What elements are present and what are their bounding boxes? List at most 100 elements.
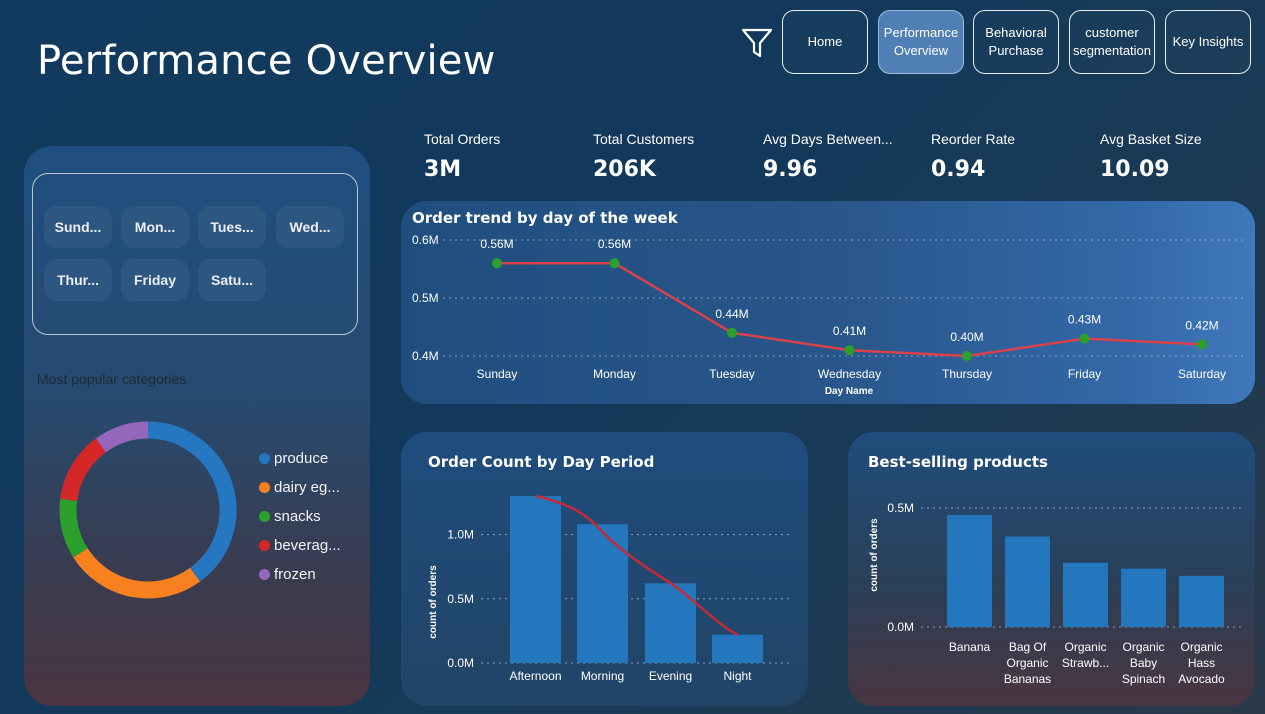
day-period-bar-chart[interactable]: 0.0M 0.5M 1.0M Afternoon Morning Evening Night…	[401, 432, 808, 706]
x-tick-label: Banana	[949, 640, 991, 654]
nav-button-label: Key Insights	[1172, 34, 1244, 49]
nav-behavioral-purchase-button[interactable]: Behavioral Purchase	[973, 10, 1059, 74]
x-tick-label: Thursday	[942, 367, 992, 381]
bar[interactable]	[1179, 575, 1224, 627]
x-tick-label: Morning	[581, 669, 624, 683]
donut-slice-dairyeg[interactable]	[73, 548, 201, 599]
x-tick-label: Friday	[1068, 367, 1101, 381]
day-slicer	[32, 173, 358, 335]
bar[interactable]	[712, 634, 763, 663]
bar[interactable]	[1005, 536, 1050, 627]
y-tick-label: 0.6M	[412, 233, 439, 247]
kpi-label: Total Customers	[593, 131, 695, 147]
kpi-label: Avg Basket Size	[1100, 131, 1202, 147]
legend-label: snacks	[274, 508, 321, 525]
nav-button-label: Home	[807, 34, 843, 49]
day-slicer-item[interactable]: Satu...	[198, 259, 266, 301]
x-tick-label: Night	[723, 669, 752, 683]
x-tick-label: Hass	[1188, 656, 1215, 670]
trend-data-label: 0.42M	[1185, 318, 1218, 332]
trend-data-label: 0.41M	[833, 324, 866, 338]
x-tick-label: Afternoon	[509, 669, 561, 683]
x-tick-label: Baby	[1130, 656, 1157, 670]
trend-data-label: 0.56M	[480, 237, 513, 251]
day-slicer-item[interactable]: Friday	[121, 259, 189, 301]
x-axis-title: Day Name	[825, 386, 874, 397]
kpi-label: Avg Days Between...	[763, 131, 893, 147]
legend-color-dot	[259, 511, 270, 522]
nav-button-label: Behavioral	[985, 25, 1047, 40]
x-tick-label: Wednesday	[818, 367, 881, 381]
day-slicer-item[interactable]: Mon...	[121, 206, 189, 248]
order-trend-line-chart[interactable]: 0.4M 0.5M 0.6M 0.56M Sunday 0.56M Monday 0.44M T…	[401, 201, 1255, 404]
day-slicer-item[interactable]: Sund...	[44, 206, 112, 248]
legend-color-dot	[259, 453, 270, 464]
y-tick-label: 0.5M	[447, 592, 474, 606]
x-tick-label: Organic	[1006, 656, 1048, 670]
trend-point[interactable]	[609, 258, 620, 269]
trend-point[interactable]	[1197, 339, 1207, 350]
legend-color-dot	[259, 540, 270, 551]
bar[interactable]	[947, 515, 992, 627]
categories-legend: produce dairy eg... snacks beverag... frozen	[259, 444, 341, 589]
kpi-value: 9.96	[763, 157, 818, 182]
trend-data-label: 0.40M	[950, 330, 983, 344]
x-tick-label: Avocado	[1178, 672, 1225, 686]
bar[interactable]	[577, 524, 628, 663]
nav-home-button[interactable]: Home	[782, 10, 868, 74]
trend-line	[535, 494, 739, 636]
filter-funnel-icon[interactable]	[740, 26, 774, 60]
trend-point[interactable]	[492, 258, 502, 269]
trend-point[interactable]	[1079, 333, 1090, 344]
nav-customer-segmentation-button[interactable]: customer segmentation	[1069, 10, 1155, 74]
legend-item[interactable]: snacks	[259, 502, 341, 531]
donut-slice-frozen[interactable]	[95, 421, 149, 453]
x-tick-label: Organic	[1064, 640, 1106, 654]
day-slicer-item[interactable]: Thur...	[44, 259, 112, 301]
x-tick-label: Organic	[1180, 640, 1222, 654]
kpi-value: 3M	[424, 157, 462, 182]
y-tick-label: 1.0M	[447, 528, 474, 542]
kpi-value: 10.09	[1100, 157, 1170, 182]
legend-label: frozen	[274, 566, 316, 583]
legend-item[interactable]: produce	[259, 444, 341, 473]
page-title: Performance Overview	[37, 38, 496, 84]
categories-donut-chart[interactable]	[58, 420, 238, 600]
nav-button-label: customer	[1085, 25, 1139, 40]
kpi-value: 206K	[593, 157, 656, 182]
nav-button-label: Purchase	[988, 43, 1044, 58]
kpi-label: Reorder Rate	[931, 131, 1016, 147]
categories-chart-title: Most popular categories	[37, 371, 187, 387]
donut-slice-snacks[interactable]	[59, 498, 88, 558]
trend-data-label: 0.44M	[715, 307, 748, 321]
bar[interactable]	[1063, 562, 1108, 627]
trend-point[interactable]	[727, 327, 737, 338]
nav-key-insights-button[interactable]: Key Insights	[1165, 10, 1251, 74]
legend-color-dot	[259, 569, 270, 580]
bar[interactable]	[1121, 568, 1166, 627]
donut-slice-produce[interactable]	[147, 421, 237, 582]
legend-item[interactable]: frozen	[259, 560, 341, 589]
y-tick-label: 0.4M	[412, 349, 439, 363]
x-tick-label: Saturday	[1178, 367, 1226, 381]
legend-item[interactable]: dairy eg...	[259, 473, 341, 502]
nav-performance-overview-button[interactable]: Performance Overview	[878, 10, 964, 74]
x-tick-label: Strawb...	[1062, 656, 1109, 670]
donut-slice-beverag[interactable]	[60, 438, 107, 502]
legend-item[interactable]: beverag...	[259, 531, 341, 560]
trend-point[interactable]	[962, 351, 972, 361]
day-slicer-item[interactable]: Wed...	[276, 206, 344, 248]
nav-button-label: segmentation	[1072, 43, 1152, 58]
trend-line	[497, 261, 1203, 358]
legend-color-dot	[259, 482, 270, 493]
trend-point[interactable]	[844, 345, 855, 356]
trend-data-label: 0.43M	[1068, 313, 1101, 327]
y-tick-label: 0.5M	[887, 501, 914, 515]
kpi-value: 0.94	[931, 157, 986, 182]
best-selling-bar-chart[interactable]: 0.0M 0.5M Banana Bag Of Organic Bananas Organi…	[848, 432, 1255, 706]
day-slicer-item[interactable]: Tues...	[198, 206, 266, 248]
x-tick-label: Bananas	[1004, 672, 1051, 686]
y-tick-label: 0.5M	[412, 291, 439, 305]
bar[interactable]	[510, 496, 561, 663]
y-axis-title: count of orders	[428, 565, 439, 639]
